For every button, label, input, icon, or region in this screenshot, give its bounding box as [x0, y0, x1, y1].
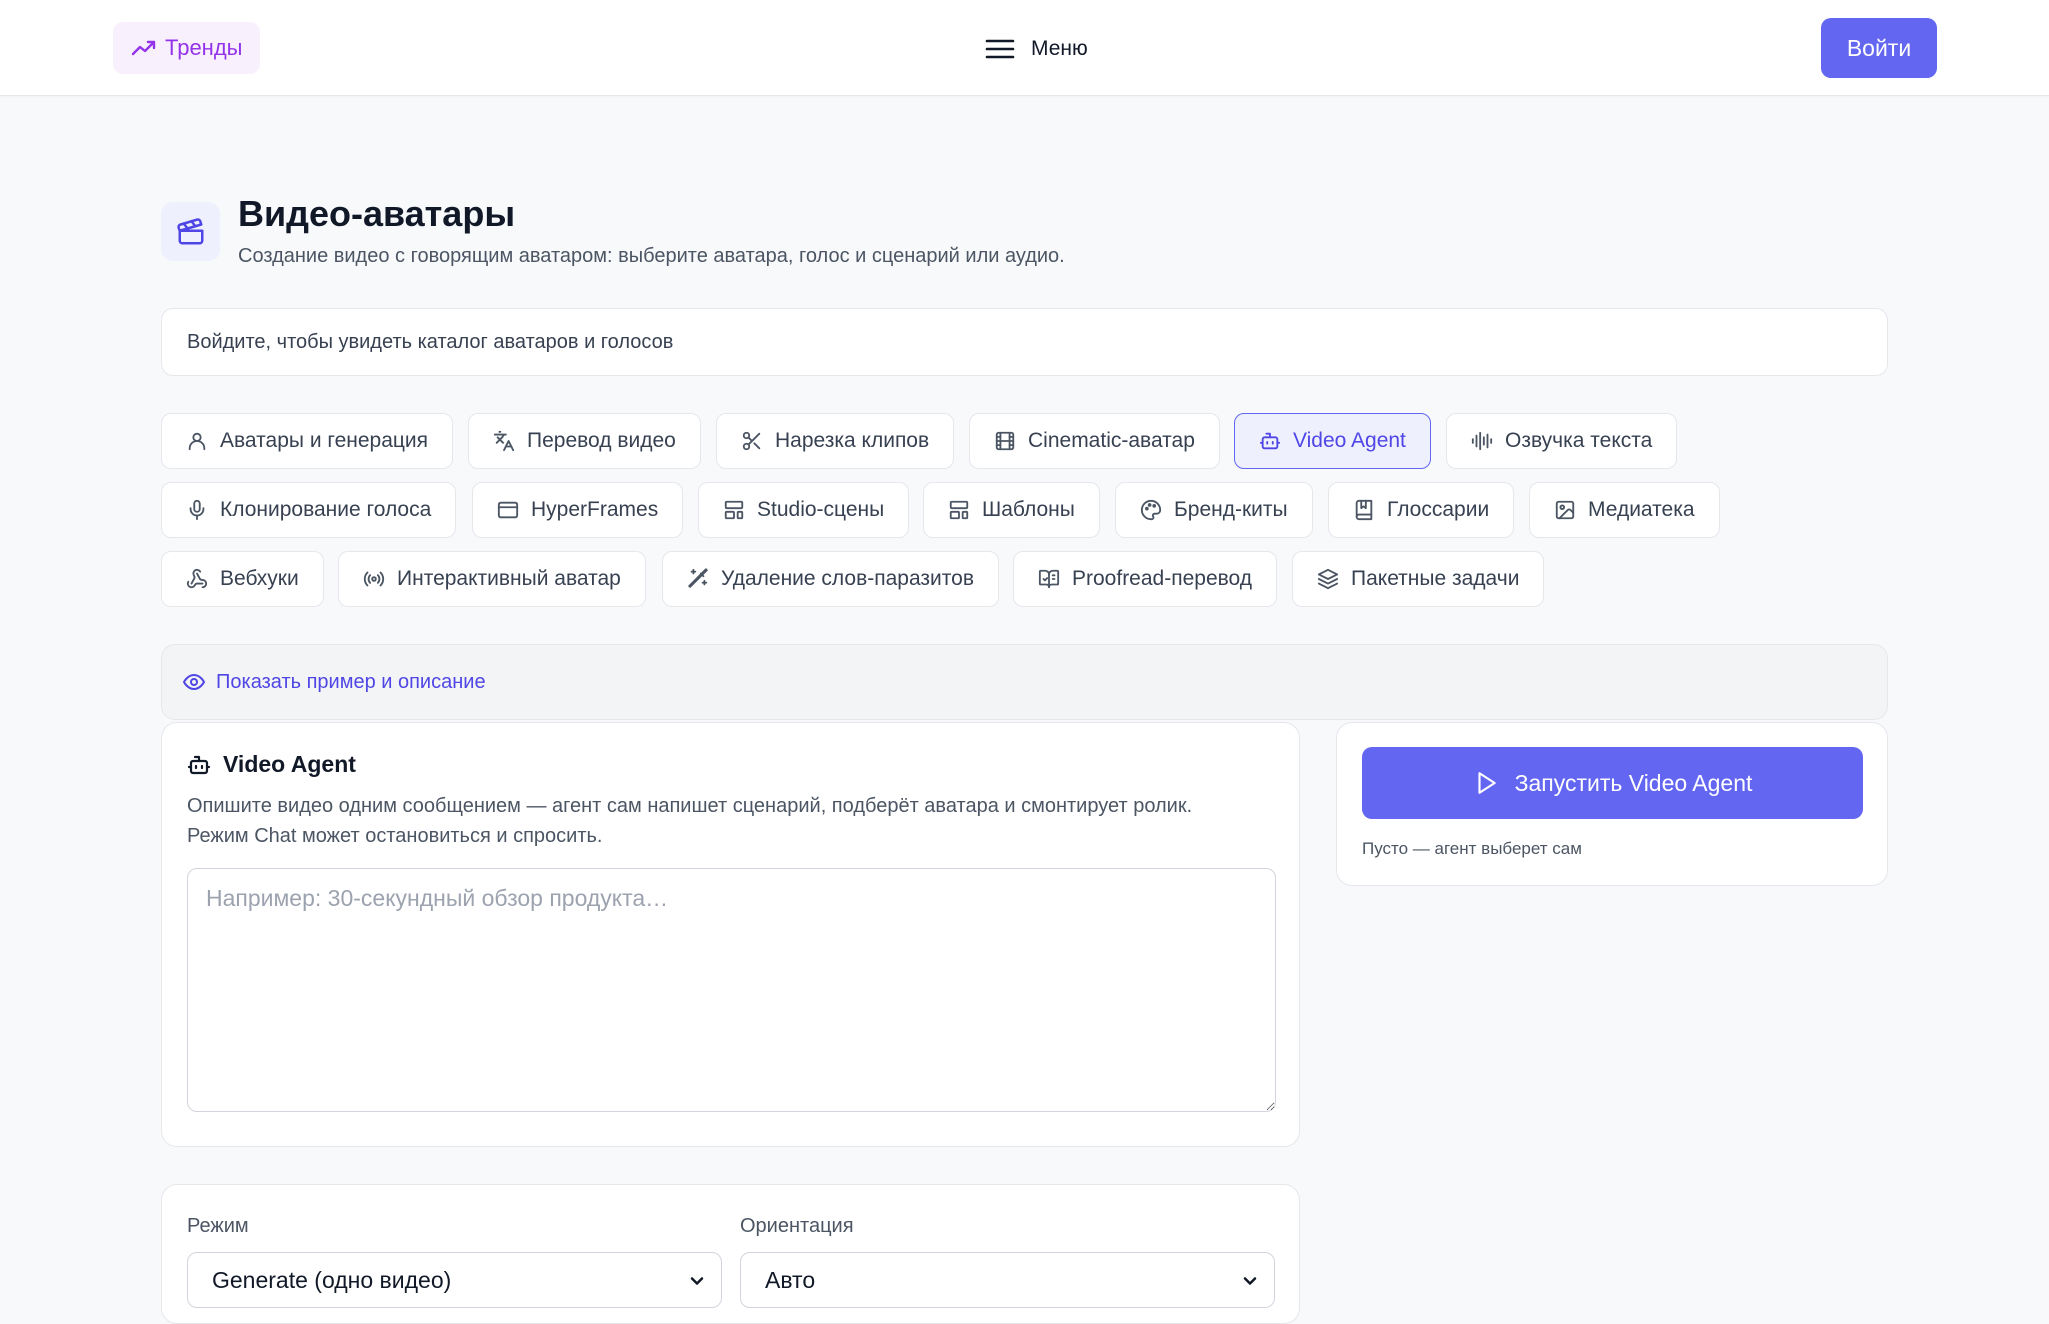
palette-icon: [1140, 499, 1162, 521]
video-agent-card-title: Video Agent: [187, 751, 356, 778]
menu-label: Меню: [1031, 37, 1088, 60]
tab-label: Video Agent: [1293, 429, 1406, 452]
tab-label: Нарезка клипов: [775, 429, 930, 452]
book-icon: [1353, 499, 1375, 521]
tab-label: Интерактивный аватар: [397, 567, 621, 590]
template-icon: [948, 499, 970, 521]
tab-label: Аватары и генерация: [220, 429, 429, 452]
trends-label: Тренды: [165, 35, 243, 60]
run-button-label: Запустить Video Agent: [1514, 769, 1753, 796]
page-subtitle: Создание видео с говорящим аватаром: выб…: [238, 245, 1065, 267]
bot-icon: [1259, 430, 1281, 452]
audio-waveform-icon: [1471, 430, 1493, 452]
scissors-icon: [741, 430, 763, 452]
radio-broadcast-icon: [363, 568, 385, 590]
layers-icon: [1317, 568, 1339, 590]
browser-window-icon: [497, 499, 519, 521]
page-title: Видео-аватары: [238, 193, 516, 234]
tab-label: Бренд-киты: [1174, 498, 1288, 521]
show-example-toggle[interactable]: Показать пример и описание: [161, 644, 1888, 720]
play-icon: [1473, 770, 1499, 796]
eye-icon: [182, 670, 206, 694]
tab-batch-jobs[interactable]: Пакетные задачи: [1292, 551, 1545, 607]
user-icon: [186, 430, 208, 452]
tab-voice-cloning[interactable]: Клонирование голоса: [161, 482, 457, 538]
tab-video-agent[interactable]: Video Agent: [1234, 413, 1431, 469]
tab-brand-kits[interactable]: Бренд-киты: [1115, 482, 1313, 538]
chevron-down-icon: [1240, 1271, 1260, 1291]
trends-link[interactable]: Тренды: [113, 22, 261, 74]
orientation-select[interactable]: Авто: [740, 1252, 1275, 1308]
tab-label: Studio-сцены: [757, 498, 885, 521]
agent-settings-card: Режим Generate (одно видео) Ориентация А…: [161, 1184, 1300, 1324]
tab-studio-scenes[interactable]: Studio-сцены: [698, 482, 910, 538]
mode-select[interactable]: Generate (одно видео): [187, 1252, 722, 1308]
run-video-agent-button[interactable]: Запустить Video Agent: [1362, 747, 1863, 819]
microphone-icon: [186, 499, 208, 521]
translate-icon: [493, 430, 515, 452]
run-hint-text: Пусто — агент выберет сам: [1362, 839, 1582, 858]
run-agent-card: Запустить Video Agent Пусто — агент выбе…: [1336, 722, 1888, 886]
chevron-down-icon: [687, 1271, 707, 1291]
tab-filler-word-removal[interactable]: Удаление слов-паразитов: [662, 551, 999, 607]
tab-label: Глоссарии: [1387, 498, 1490, 521]
description-line: Режим Chat может остановиться и спросить…: [187, 825, 603, 847]
tab-label: Пакетные задачи: [1351, 567, 1520, 590]
tab-media-library[interactable]: Медиатека: [1529, 482, 1720, 538]
video-agent-card: Video Agent Опишите видео одним сообщени…: [161, 722, 1300, 1147]
image-icon: [1554, 499, 1576, 521]
video-agent-description: Опишите видео одним сообщением — агент с…: [187, 791, 1277, 851]
magic-wand-icon: [687, 568, 709, 590]
clapperboard-icon: [176, 217, 206, 247]
hamburger-menu-icon: [985, 37, 1015, 61]
video-prompt-textarea[interactable]: [187, 868, 1276, 1112]
show-example-label: Показать пример и описание: [216, 670, 486, 693]
tab-label: Клонирование голоса: [220, 498, 432, 521]
tab-proofread-translation[interactable]: Proofread-перевод: [1013, 551, 1278, 607]
page-header-icon-box: [161, 202, 220, 261]
tab-label: Перевод видео: [527, 429, 676, 452]
book-check-icon: [1038, 568, 1060, 590]
trending-up-icon: [131, 38, 157, 58]
top-navigation-bar: Тренды Меню Войти: [0, 0, 2049, 96]
tab-label: Озвучка текста: [1505, 429, 1653, 452]
tab-label: Шаблоны: [982, 498, 1075, 521]
tab-video-translation[interactable]: Перевод видео: [468, 413, 701, 469]
tab-label: Proofread-перевод: [1072, 567, 1253, 590]
orientation-label: Ориентация: [740, 1215, 854, 1237]
bot-icon: [187, 753, 211, 777]
tab-webhooks[interactable]: Вебхуки: [161, 551, 324, 607]
description-line: Опишите видео одним сообщением — агент с…: [187, 795, 1193, 817]
tab-label: HyperFrames: [531, 498, 659, 521]
tab-avatars-generation[interactable]: Аватары и генерация: [161, 413, 454, 469]
tab-label: Удаление слов-паразитов: [721, 567, 974, 590]
tab-label: Медиатека: [1588, 498, 1695, 521]
video-agent-title-text: Video Agent: [223, 751, 356, 777]
tab-text-to-speech[interactable]: Озвучка текста: [1446, 413, 1678, 469]
login-required-banner: Войдите, чтобы увидеть каталог аватаров …: [161, 308, 1888, 376]
film-icon: [994, 430, 1016, 452]
tab-templates[interactable]: Шаблоны: [923, 482, 1100, 538]
tab-hyperframes[interactable]: HyperFrames: [472, 482, 684, 538]
layout-icon: [723, 499, 745, 521]
login-banner-text: Войдите, чтобы увидеть каталог аватаров …: [187, 330, 674, 353]
tab-label: Cinematic-аватар: [1028, 429, 1195, 452]
tab-clip-cutting[interactable]: Нарезка клипов: [716, 413, 955, 469]
tab-glossaries[interactable]: Глоссарии: [1328, 482, 1515, 538]
tab-cinematic-avatar[interactable]: Cinematic-аватар: [969, 413, 1220, 469]
tab-interactive-avatar[interactable]: Интерактивный аватар: [338, 551, 646, 607]
mode-select-value: Generate (одно видео): [212, 1266, 452, 1293]
menu-button[interactable]: Меню: [985, 30, 1088, 68]
login-button[interactable]: Войти: [1821, 18, 1937, 78]
webhook-icon: [186, 568, 208, 590]
mode-label: Режим: [187, 1215, 249, 1237]
orientation-select-value: Авто: [765, 1266, 816, 1293]
tab-label: Вебхуки: [220, 567, 299, 590]
